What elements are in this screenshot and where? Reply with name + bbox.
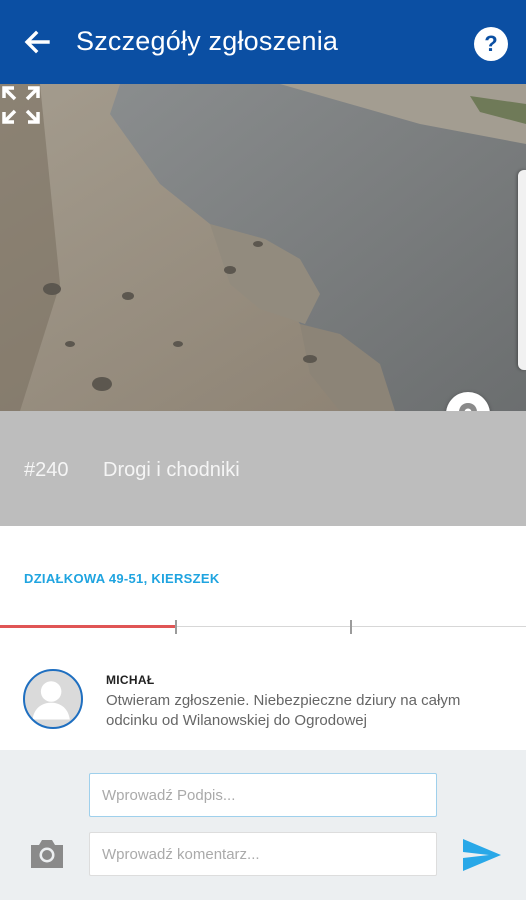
progress-step-marker bbox=[175, 620, 177, 634]
location-pin-button[interactable] bbox=[446, 392, 490, 411]
issue-number: #240 bbox=[24, 459, 69, 481]
app-bar: Szczegóły zgłoszenia ? bbox=[0, 0, 526, 84]
issue-category: Drogi i chodniki bbox=[103, 459, 240, 481]
scroll-edge-handle[interactable] bbox=[518, 170, 526, 370]
progress-fill bbox=[0, 625, 176, 628]
back-arrow-icon[interactable] bbox=[18, 22, 58, 62]
comment-text: Otwieram zgłoszenie. Niebezpieczne dziur… bbox=[106, 692, 461, 729]
signature-input[interactable] bbox=[89, 773, 437, 817]
camera-icon[interactable] bbox=[27, 836, 67, 872]
road-photo-image bbox=[0, 84, 526, 411]
avatar-icon bbox=[32, 681, 70, 720]
issue-meta: #240 Drogi i chodniki bbox=[0, 411, 526, 526]
comment-input[interactable] bbox=[89, 832, 437, 876]
comment-item: MICHAŁ Otwieram zgłoszenie. Niebezpieczn… bbox=[0, 660, 526, 750]
expand-icon[interactable] bbox=[0, 84, 42, 126]
location-pin-icon bbox=[459, 403, 477, 411]
comment-composer bbox=[0, 750, 526, 900]
help-icon[interactable]: ? bbox=[474, 27, 508, 61]
status-progress-bar bbox=[0, 620, 526, 636]
progress-step-marker bbox=[350, 620, 352, 634]
comment-author: MICHAŁ bbox=[106, 673, 155, 687]
page-title: Szczegóły zgłoszenia bbox=[76, 26, 339, 56]
avatar bbox=[23, 669, 83, 729]
issue-address[interactable]: DZIAŁKOWA 49-51, KIERSZEK bbox=[24, 571, 220, 586]
send-icon[interactable] bbox=[461, 837, 503, 873]
issue-photo[interactable] bbox=[0, 84, 526, 411]
